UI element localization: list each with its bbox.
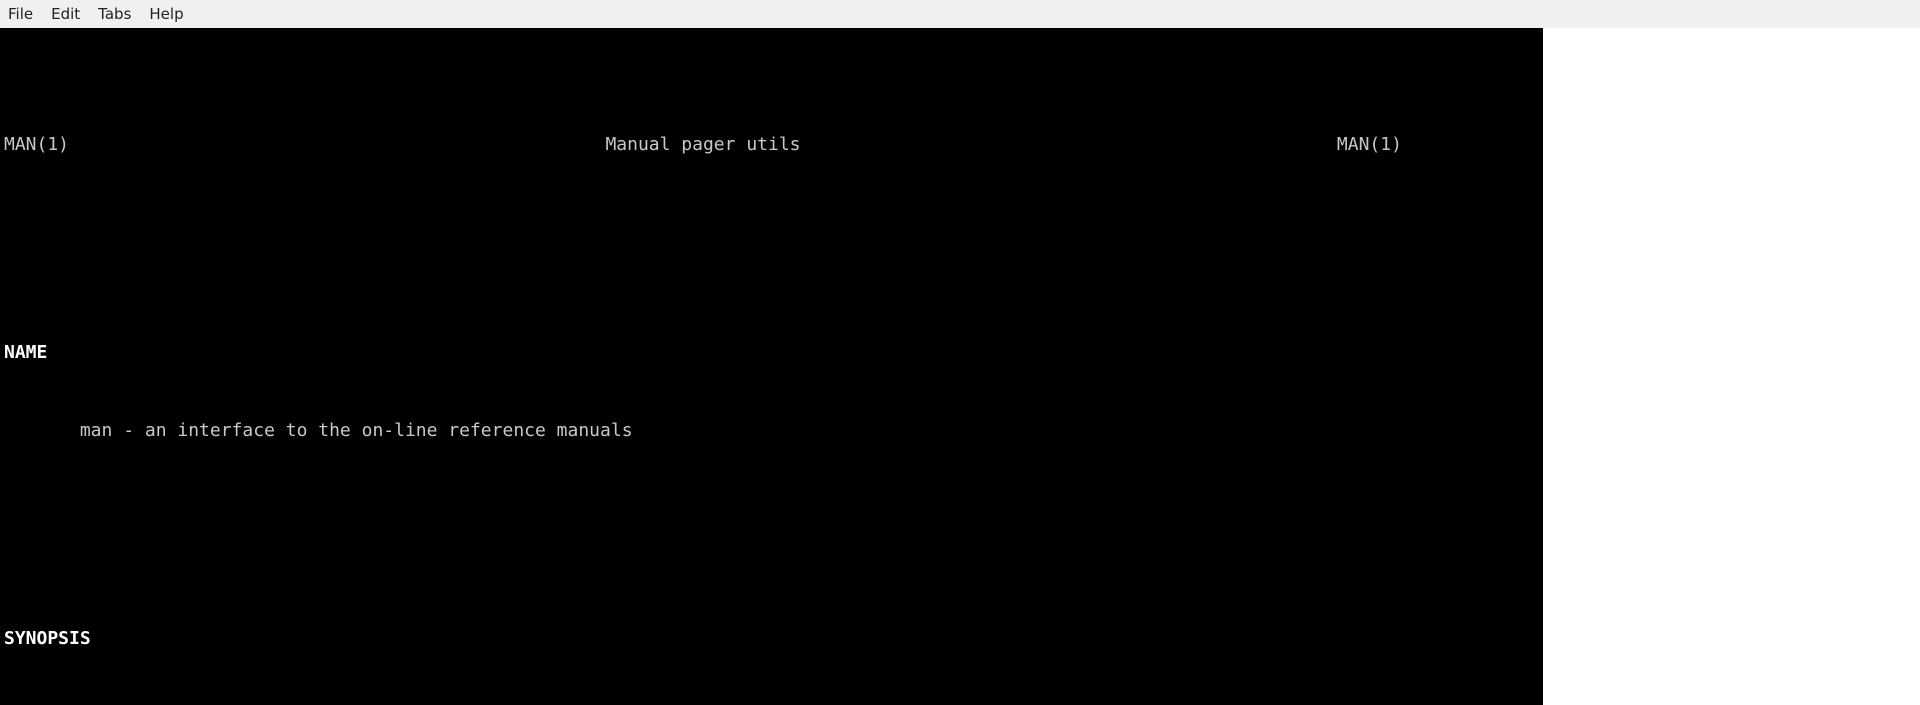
menu-file[interactable]: File (8, 5, 33, 23)
empty-right-pane (1543, 28, 1920, 705)
header-center: Manual pager utils (605, 132, 800, 158)
header-right: MAN(1) (1337, 132, 1402, 158)
header-left: MAN(1) (4, 132, 69, 158)
menu-tabs[interactable]: Tabs (98, 5, 131, 23)
menu-edit[interactable]: Edit (51, 5, 80, 23)
terminal-output[interactable]: MAN(1) Manual pager utils MAN(1) NAME ma… (0, 28, 1920, 705)
menubar: File Edit Tabs Help (0, 0, 1920, 28)
manpage-header: MAN(1) Manual pager utils MAN(1) (4, 132, 1402, 158)
menu-help[interactable]: Help (149, 5, 183, 23)
